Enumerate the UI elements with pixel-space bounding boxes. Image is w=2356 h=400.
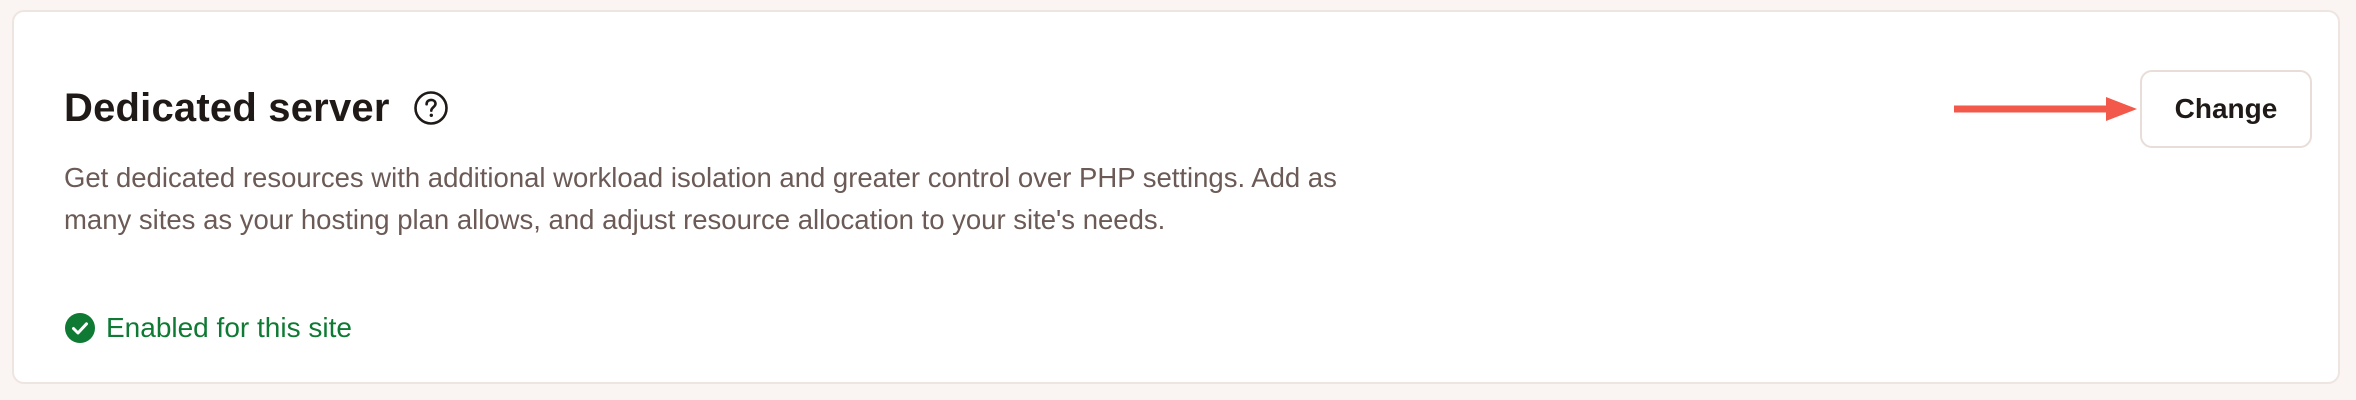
section-description: Get dedicated resources with additional …	[64, 162, 1337, 235]
status-text: Enabled for this site	[106, 312, 352, 343]
check-circle-icon	[64, 312, 96, 344]
change-button[interactable]: Change	[2140, 70, 2312, 148]
question-circle-icon[interactable]	[412, 89, 450, 127]
check-circle-icon-svg	[65, 313, 95, 343]
status-indicator: Enabled for this site	[64, 308, 352, 348]
dedicated-server-card: Dedicated server Get dedicated resources…	[12, 10, 2340, 384]
arrow-right-icon	[1954, 97, 2137, 121]
section-title: Dedicated server	[64, 86, 390, 130]
question-circle-icon-svg	[413, 91, 448, 125]
title-row: Dedicated server	[64, 80, 450, 136]
